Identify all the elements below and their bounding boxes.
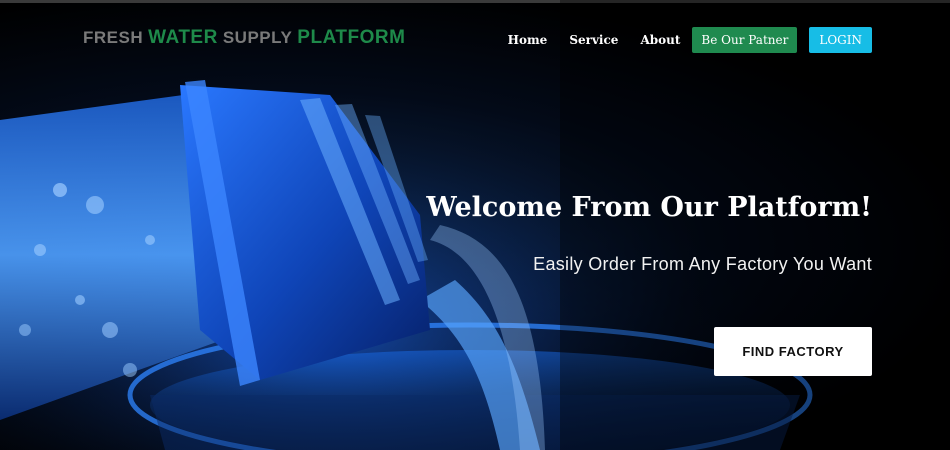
login-button[interactable]: LOGIN	[809, 27, 872, 53]
top-navigation: Home Service About Be Our Patner LOGIN	[486, 27, 872, 53]
find-factory-button[interactable]: FIND FACTORY	[714, 327, 872, 376]
be-our-partner-button[interactable]: Be Our Patner	[692, 27, 798, 53]
nav-link-home[interactable]: Home	[508, 33, 548, 47]
landing-page: FRESH WATER SUPPLY PLATFORM Home Service Ab…	[0, 0, 950, 450]
hero-title: Welcome From Our Platform!	[426, 192, 872, 223]
brand-word-platform: PLATFORM	[297, 27, 406, 48]
hero-subtitle: Easily Order From Any Factory You Want	[533, 254, 872, 274]
nav-link-service[interactable]: Service	[569, 33, 618, 47]
brand-word-supply: SUPPLY	[222, 28, 293, 47]
brand-word-fresh: FRESH	[83, 28, 144, 47]
hero-water-bottle-image	[0, 0, 950, 450]
nav-link-about[interactable]: About	[640, 33, 680, 47]
brand-logo[interactable]: FRESH WATER SUPPLY PLATFORM	[83, 27, 410, 49]
brand-word-water: WATER	[148, 27, 218, 48]
